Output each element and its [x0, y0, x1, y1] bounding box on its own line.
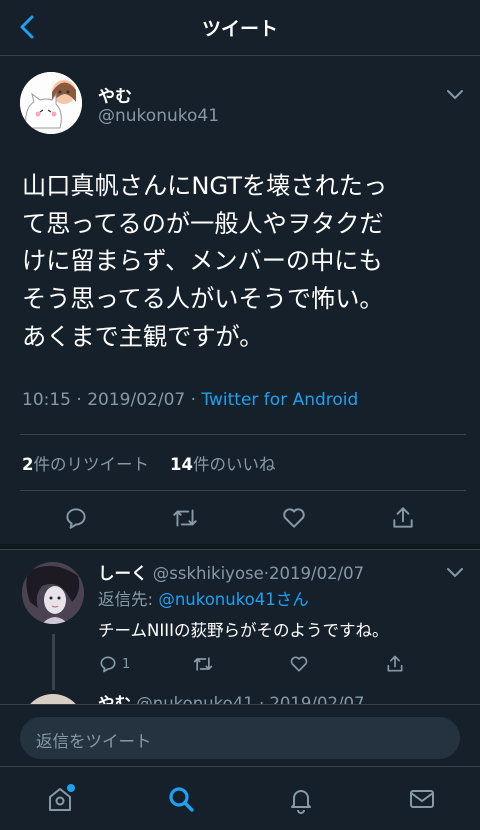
tweet-text: 山口真帆さんにNGTを壊されたっ て思ってるのが一般人やヲタクだ けに留まらず、…: [22, 168, 462, 357]
share-button[interactable]: [388, 503, 418, 533]
reply-to-label: 返信先:: [98, 590, 159, 609]
tweet-text-line: て思ってるのが一般人やヲタクだ: [22, 209, 384, 238]
retweets-link[interactable]: 2件のリツイート: [22, 455, 149, 474]
tweet-meta: 10:15 · 2019/02/07 · Twitter for Android: [22, 390, 358, 410]
tab-search[interactable]: [165, 783, 197, 815]
tweet-text-line: そう思ってる人がいそうで怖い。: [22, 285, 384, 314]
tab-home[interactable]: [44, 783, 76, 815]
thread-line: [52, 634, 55, 690]
retweet-label: 件のリツイート: [33, 455, 149, 474]
mail-icon: [410, 790, 434, 808]
search-icon: [169, 787, 194, 812]
comment-icon: [100, 656, 116, 673]
likes-link[interactable]: 14件のいいね: [170, 455, 275, 474]
reply-reply-count: 1: [122, 656, 131, 672]
reply-text: チームNIIIの荻野らがそのようですね。: [98, 621, 389, 640]
section-separator: [0, 544, 480, 550]
avatar[interactable]: [20, 72, 82, 134]
tab-messages[interactable]: [406, 783, 438, 815]
retweet-count: 2: [22, 455, 34, 474]
heart-icon: [290, 656, 308, 672]
tweet-source-link[interactable]: Twitter for Android: [201, 390, 358, 410]
tab-notifications[interactable]: [285, 783, 317, 815]
reply-button[interactable]: [61, 503, 91, 533]
notification-dot: [67, 784, 75, 792]
heart-icon: [283, 508, 305, 528]
chevron-down-icon: [447, 90, 463, 100]
comment-icon: [66, 508, 86, 529]
illustration-avatar-icon: [22, 562, 84, 624]
reply-menu-button[interactable]: [446, 564, 464, 583]
retweet-button[interactable]: [170, 503, 200, 533]
tweet-text-line: けに留まらず、メンバーの中にも: [22, 247, 383, 276]
meta-separator: ·: [190, 390, 197, 410]
tweet-text-line: あくまで主観ですが。: [22, 322, 264, 351]
tweet-text-line: 山口真帆さんにNGTを壊されたっ: [22, 172, 388, 200]
tweet-stats: 2件のリツイート 14件のいいね: [22, 451, 275, 475]
compose-bar: 返信をツイート: [0, 704, 480, 766]
reply-display-name[interactable]: しーく: [98, 564, 148, 583]
cat-avatar-icon: [20, 72, 82, 134]
home-icon: [49, 784, 75, 811]
like-button[interactable]: [279, 503, 309, 533]
reply-header: しーく @sskhikiyose·2019/02/07: [98, 560, 364, 584]
user-handle[interactable]: @nukonuko41: [98, 106, 219, 126]
divider: [20, 490, 466, 491]
like-label: 件のいいね: [192, 455, 276, 474]
share-icon: [387, 655, 403, 672]
tweet-time: 10:15: [22, 390, 71, 410]
reply-compose-input[interactable]: 返信をツイート: [20, 717, 460, 759]
tweet-menu-button[interactable]: [446, 86, 464, 105]
reply-avatar[interactable]: [22, 562, 84, 624]
compose-placeholder: 返信をツイート: [36, 732, 152, 751]
reply-like-button[interactable]: [284, 649, 314, 679]
reply-handle[interactable]: @sskhikiyose: [153, 564, 264, 583]
reply-reply-button[interactable]: 1: [98, 649, 138, 679]
reply-to-mention[interactable]: @nukonuko41さん: [158, 590, 308, 609]
meta-separator: ·: [76, 390, 82, 410]
page-title: ツイート: [201, 18, 278, 40]
share-icon: [393, 507, 413, 528]
tab-bar: [0, 766, 480, 830]
reply-share-button[interactable]: [380, 649, 410, 679]
reply-date: 2019/02/07: [269, 564, 365, 583]
tweet-date: 2019/02/07: [87, 390, 186, 410]
header: ツイート: [0, 0, 480, 56]
retweet-icon: [173, 509, 197, 527]
reply-retweet-button[interactable]: [188, 649, 218, 679]
like-count: 14: [169, 455, 193, 474]
retweet-icon: [193, 657, 213, 671]
bell-icon: [291, 790, 311, 814]
chevron-down-icon: [447, 568, 463, 578]
display-name[interactable]: やむ: [98, 82, 132, 107]
divider: [20, 434, 466, 435]
reply-to: 返信先: @nukonuko41さん: [98, 586, 309, 610]
